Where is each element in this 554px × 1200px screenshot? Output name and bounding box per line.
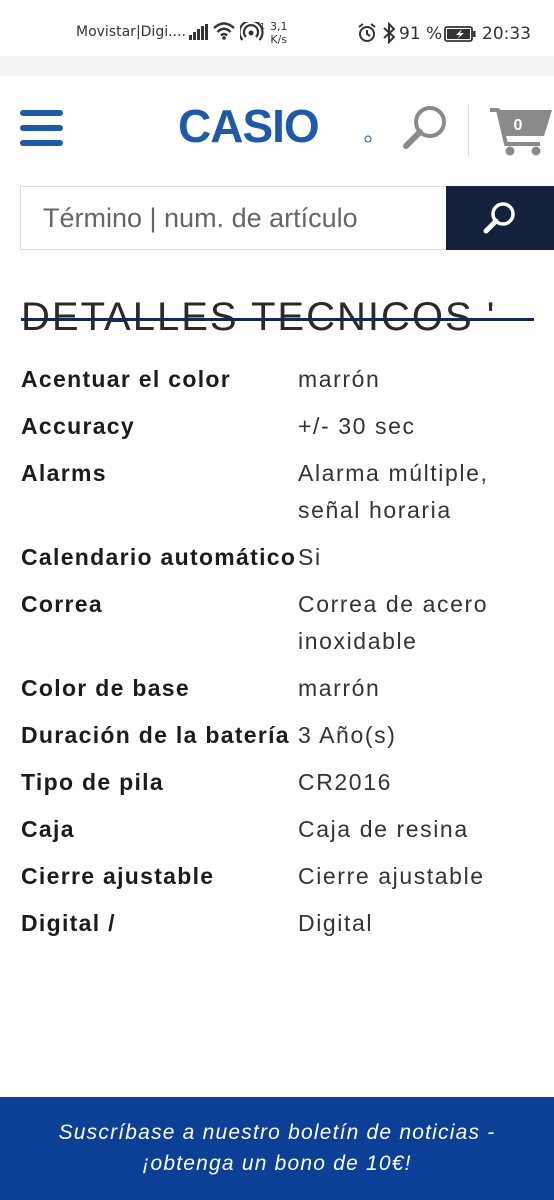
hamburger-menu-icon-bar bbox=[20, 125, 63, 131]
battery-percentage: 91 % bbox=[399, 24, 443, 44]
title-underline bbox=[21, 318, 534, 321]
status-bar: Movistar|Digi.... 1 3,1 K/s 91 % 20:33 bbox=[0, 0, 554, 56]
search-icon-button[interactable] bbox=[400, 102, 452, 154]
newsletter-banner[interactable]: Suscríbase a nuestro boletín de noticias… bbox=[0, 1097, 554, 1200]
spec-value: Alarma múltiple, señal horaria bbox=[298, 460, 489, 523]
scrolled-content-strip bbox=[0, 56, 554, 76]
search-submit-button[interactable] bbox=[446, 186, 554, 250]
clock-time: 20:33 bbox=[482, 24, 531, 44]
carrier-name: Movistar|Digi.... bbox=[76, 24, 186, 40]
spec-row: Acentuar el color marrón bbox=[21, 361, 534, 398]
spec-row: Digital / Digital bbox=[21, 905, 534, 942]
spec-value: Correa de acero inoxidable bbox=[298, 591, 489, 654]
spec-label: Alarms bbox=[21, 460, 107, 486]
spec-row: Duración de la batería 3 Año(s) bbox=[21, 717, 534, 754]
search-bar bbox=[20, 186, 554, 252]
spec-label: Color de base bbox=[21, 675, 190, 701]
spec-value: CR2016 bbox=[298, 769, 392, 795]
search-input[interactable] bbox=[20, 186, 446, 250]
spec-row: Correa Correa de acero inoxidable bbox=[21, 586, 534, 660]
hamburger-menu-icon bbox=[20, 110, 63, 116]
spec-label: Caja bbox=[21, 816, 75, 842]
spec-label: Accuracy bbox=[21, 413, 135, 439]
speed-value: 3,1 bbox=[270, 20, 288, 33]
spec-value: marrón bbox=[298, 675, 381, 701]
alarm-icon bbox=[357, 23, 377, 47]
spec-value: Caja de resina bbox=[298, 816, 469, 842]
speed-unit: K/s bbox=[270, 33, 288, 46]
spec-row: Calendario automático Si bbox=[21, 539, 534, 576]
spec-row: Tipo de pila CR2016 bbox=[21, 764, 534, 801]
battery-icon bbox=[444, 26, 476, 46]
spec-row: Accuracy +/- 30 sec bbox=[21, 408, 534, 445]
technical-details-list: Acentuar el color marrón Accuracy +/- 30… bbox=[21, 361, 534, 952]
spec-label: Duración de la batería bbox=[21, 722, 290, 748]
search-icon bbox=[483, 202, 515, 234]
casio-logo[interactable]: CASIO bbox=[178, 100, 374, 152]
hamburger-menu-icon-bar bbox=[20, 140, 63, 146]
bluetooth-icon bbox=[382, 21, 396, 48]
wifi-icon bbox=[212, 22, 236, 44]
shopping-cart-button[interactable]: 0 bbox=[488, 100, 554, 158]
svg-text:1: 1 bbox=[260, 22, 265, 31]
logo-text: CASIO bbox=[178, 102, 319, 148]
spec-label: Cierre ajustable bbox=[21, 863, 215, 889]
newsletter-line-2: ¡obtenga un bono de 10€! bbox=[142, 1152, 412, 1175]
spec-value: Digital bbox=[298, 910, 374, 936]
spec-value: +/- 30 sec bbox=[298, 413, 416, 439]
menu-button[interactable] bbox=[20, 110, 64, 148]
spec-row: Caja Caja de resina bbox=[21, 811, 534, 848]
site-header: CASIO 0 bbox=[0, 76, 554, 186]
spec-row: Alarms Alarma múltiple, señal horaria bbox=[21, 455, 534, 529]
spec-row: Color de base marrón bbox=[21, 670, 534, 707]
spec-label: Digital / bbox=[21, 910, 116, 936]
spec-value: Si bbox=[298, 544, 322, 570]
cart-count-badge: 0 bbox=[513, 117, 523, 134]
spec-row: Cierre ajustable Cierre ajustable bbox=[21, 858, 534, 895]
spec-value: marrón bbox=[298, 366, 381, 392]
newsletter-line-1: Suscríbase a nuestro boletín de noticias… bbox=[58, 1121, 496, 1144]
spec-value: 3 Año(s) bbox=[298, 722, 397, 748]
spec-label: Correa bbox=[21, 591, 103, 617]
spec-label: Tipo de pila bbox=[21, 769, 164, 795]
network-speed: 3,1 K/s bbox=[270, 20, 288, 46]
search-icon bbox=[403, 106, 446, 149]
spec-label: Acentuar el color bbox=[21, 366, 231, 392]
signal-icon bbox=[189, 24, 209, 44]
spec-label: Calendario automático bbox=[21, 544, 297, 570]
spec-value: Cierre ajustable bbox=[298, 863, 485, 889]
hotspot-icon: 1 bbox=[238, 19, 266, 46]
header-divider bbox=[468, 106, 469, 156]
